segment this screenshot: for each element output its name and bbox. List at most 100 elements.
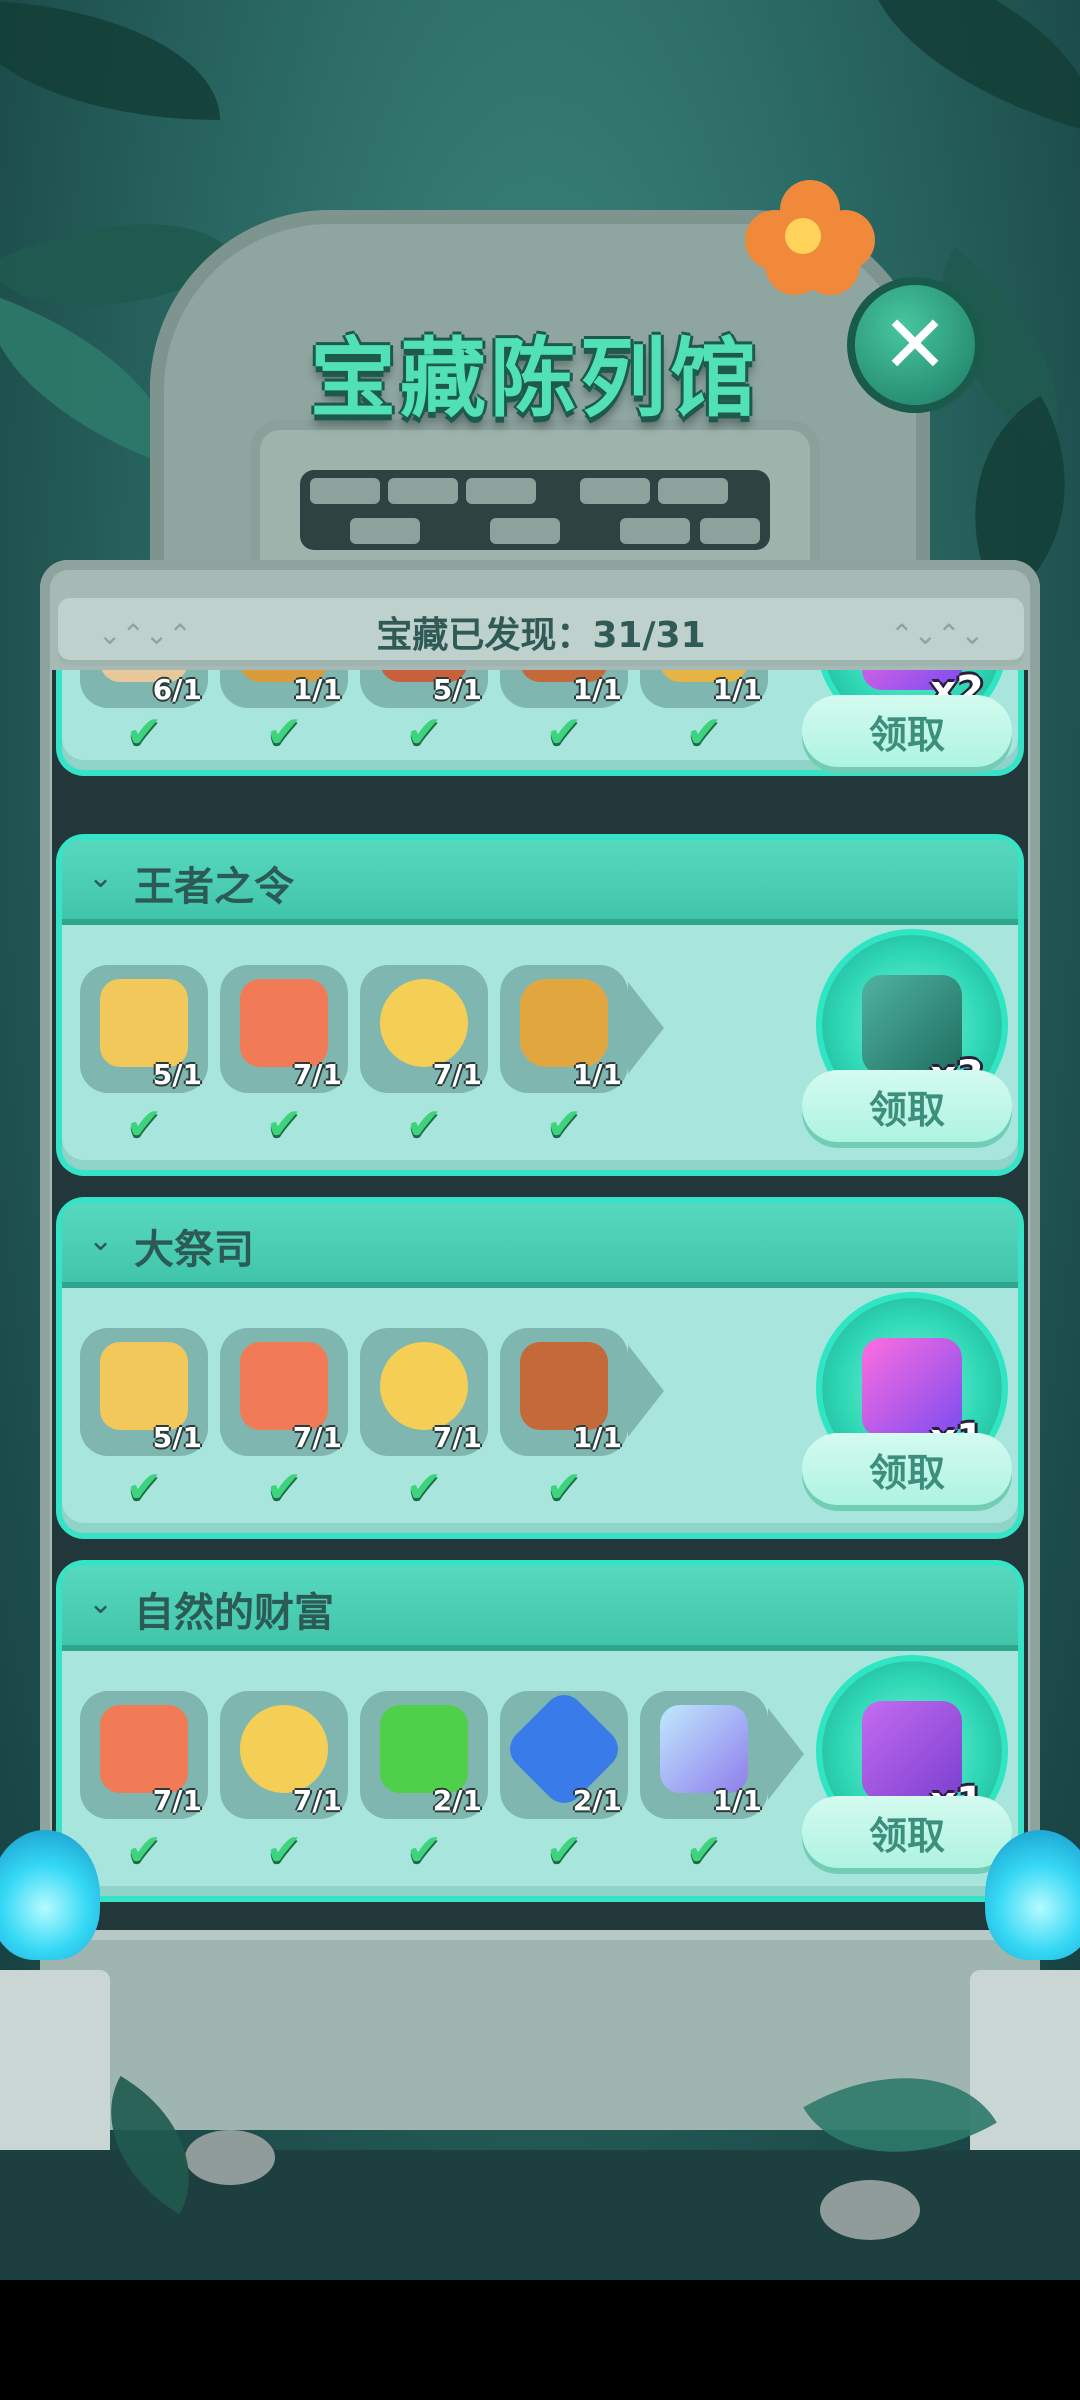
item-count: 2/1 bbox=[432, 1784, 482, 1817]
item-count: 7/1 bbox=[292, 1784, 342, 1817]
item-slot: 1/1 bbox=[640, 1691, 768, 1819]
item-slot: 1/1 bbox=[500, 670, 628, 708]
item-count: 7/1 bbox=[292, 1058, 342, 1091]
mickey-scroll-icon bbox=[240, 979, 328, 1067]
check-icon: ✔ bbox=[405, 1824, 443, 1876]
mickey-scroll-icon bbox=[240, 1342, 328, 1430]
check-icon: ✔ bbox=[265, 1824, 303, 1876]
crystal-icon bbox=[660, 1705, 748, 1793]
title-banner: 宝藏陈列馆 bbox=[255, 300, 815, 440]
item-slot: 2/1 bbox=[360, 1691, 488, 1819]
item-slot: 1/1 bbox=[500, 965, 628, 1093]
check-icon: ✔ bbox=[545, 1098, 583, 1150]
chevron-down-icon: ⌃⌄⌃⌄ bbox=[890, 618, 984, 651]
item-count: 1/1 bbox=[572, 673, 622, 706]
item-count: 1/1 bbox=[712, 1784, 762, 1817]
claim-button[interactable]: 领取 bbox=[802, 1070, 1012, 1142]
item-count: 5/1 bbox=[432, 673, 482, 706]
item-count: 5/1 bbox=[152, 1421, 202, 1454]
crown-basket-icon bbox=[100, 1342, 188, 1430]
mickey-icecream-icon bbox=[380, 979, 468, 1067]
check-icon: ✔ bbox=[125, 1824, 163, 1876]
crown-basket-icon bbox=[100, 979, 188, 1067]
claim-button[interactable]: 领取 bbox=[802, 1433, 1012, 1505]
medallion-icon bbox=[520, 979, 608, 1067]
check-icon: ✔ bbox=[545, 706, 583, 758]
book-icon bbox=[520, 1342, 608, 1430]
item-count: 7/1 bbox=[432, 1058, 482, 1091]
check-icon: ✔ bbox=[265, 1098, 303, 1150]
item-count: 1/1 bbox=[712, 673, 762, 706]
card-header[interactable]: ⌄ 自然的财富 bbox=[62, 1566, 1018, 1651]
chevron-down-icon: ⌄ bbox=[88, 1223, 114, 1258]
check-icon: ✔ bbox=[405, 706, 443, 758]
collection-list[interactable]: 6/1 ✔ 1/1 ✔ 5/1 ✔ 1/1 ✔ 1/1 ✔ x2 领取 ⌄ 王者… bbox=[52, 670, 1028, 1930]
leaf-decoration bbox=[838, 0, 1080, 132]
item-count: 5/1 bbox=[152, 1058, 202, 1091]
page-title: 宝藏陈列馆 bbox=[310, 328, 760, 429]
item-slot: 1/1 bbox=[500, 1328, 628, 1456]
blue-flame-icon bbox=[0, 1830, 100, 1960]
check-icon: ✔ bbox=[125, 706, 163, 758]
item-count: 7/1 bbox=[152, 1784, 202, 1817]
item-count: 1/1 bbox=[292, 673, 342, 706]
item-count: 2/1 bbox=[572, 1784, 622, 1817]
check-icon: ✔ bbox=[125, 1098, 163, 1150]
item-count: 1/1 bbox=[572, 1421, 622, 1454]
arrow-tab bbox=[628, 1345, 664, 1437]
item-slot: 7/1 bbox=[220, 965, 348, 1093]
chevron-down-icon: ⌄⌃⌄⌃ bbox=[98, 618, 192, 651]
claim-button[interactable]: 领取 bbox=[802, 695, 1012, 767]
treasure-progress: 宝藏已发现：31/31 bbox=[376, 615, 706, 656]
mickey-icecream-icon bbox=[380, 1342, 468, 1430]
item-slot: 1/1 bbox=[640, 670, 768, 708]
card-title: 大祭司 bbox=[134, 1227, 254, 1273]
item-slot: 7/1 bbox=[220, 1328, 348, 1456]
collection-card: ⌄ 自然的财富 7/1 ✔ 7/1 ✔ 2/1 ✔ 2/1 ✔ 1/1 ✔ 领取 bbox=[62, 1566, 1018, 1896]
check-icon: ✔ bbox=[685, 1824, 723, 1876]
check-icon: ✔ bbox=[265, 706, 303, 758]
claim-button[interactable]: 领取 bbox=[802, 1796, 1012, 1868]
item-slot: 6/1 bbox=[80, 670, 208, 708]
collection-card: ⌄ 大祭司 5/1 ✔ 7/1 ✔ 7/1 ✔ 1/1 ✔ 领取 bbox=[62, 1203, 1018, 1533]
check-icon: ✔ bbox=[545, 1824, 583, 1876]
rock bbox=[185, 2130, 275, 2185]
card-header[interactable]: ⌄ 王者之令 bbox=[62, 840, 1018, 925]
check-icon: ✔ bbox=[545, 1461, 583, 1513]
check-icon: ✔ bbox=[405, 1461, 443, 1513]
chevron-down-icon: ⌄ bbox=[88, 1586, 114, 1621]
item-slot: 5/1 bbox=[360, 670, 488, 708]
arrow-tab bbox=[628, 982, 664, 1074]
item-count: 7/1 bbox=[292, 1421, 342, 1454]
slab-window bbox=[300, 470, 770, 550]
close-button[interactable]: ✕ bbox=[855, 285, 975, 405]
collection-card: ⌄ 王者之令 5/1 ✔ 7/1 ✔ 7/1 ✔ 1/1 ✔ 领取 bbox=[62, 840, 1018, 1170]
blue-flame-icon bbox=[985, 1830, 1080, 1960]
orange-flower-icon bbox=[745, 180, 875, 295]
green-cube-icon bbox=[380, 1705, 468, 1793]
item-count: 1/1 bbox=[572, 1058, 622, 1091]
mickey-icecream-icon bbox=[240, 1705, 328, 1793]
item-slot: 2/1 bbox=[500, 1686, 628, 1819]
progress-bar: ⌄⌃⌄⌃ 宝藏已发现：31/31 ⌃⌄⌃⌄ bbox=[58, 598, 1024, 666]
chevron-down-icon: ⌄ bbox=[88, 860, 114, 895]
item-slot: 1/1 bbox=[220, 670, 348, 708]
check-icon: ✔ bbox=[405, 1098, 443, 1150]
card-header[interactable]: ⌄ 大祭司 bbox=[62, 1203, 1018, 1288]
game-scene: 宝藏陈列馆 ✕ ⌄⌃⌄⌃ 宝藏已发现：31/31 ⌃⌄⌃⌄ 6/1 ✔ 1/1 … bbox=[0, 0, 1080, 2280]
item-count: 7/1 bbox=[432, 1421, 482, 1454]
leaf-decoration bbox=[0, 0, 220, 120]
card-title: 自然的财富 bbox=[134, 1590, 334, 1636]
card-title: 王者之令 bbox=[134, 864, 294, 910]
item-slot: 7/1 bbox=[360, 1328, 488, 1456]
item-slot: 7/1 bbox=[80, 1691, 208, 1819]
item-slot: 7/1 bbox=[220, 1691, 348, 1819]
mickey-scroll-icon bbox=[100, 1705, 188, 1793]
check-icon: ✔ bbox=[125, 1461, 163, 1513]
item-slot: 5/1 bbox=[80, 965, 208, 1093]
check-icon: ✔ bbox=[265, 1461, 303, 1513]
item-slot: 7/1 bbox=[360, 965, 488, 1093]
item-count: 6/1 bbox=[152, 673, 202, 706]
check-icon: ✔ bbox=[685, 706, 723, 758]
item-slot: 5/1 bbox=[80, 1328, 208, 1456]
